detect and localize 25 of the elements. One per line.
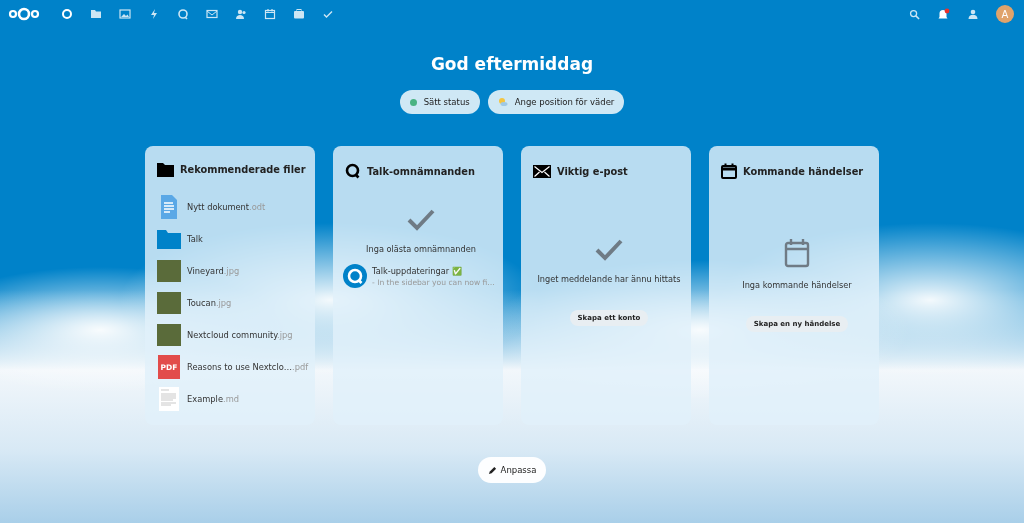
- widget-title: Talk-omnämnanden: [367, 165, 475, 177]
- file-name: Toucan.jpg: [187, 298, 232, 308]
- file-name: Nytt dokument.odt: [187, 202, 266, 212]
- file-name: Talk: [187, 234, 203, 244]
- empty-message: Inget meddelande har ännu hittats: [537, 274, 681, 284]
- file-item[interactable]: Example.md: [157, 383, 309, 415]
- file-item[interactable]: Toucan.jpg: [157, 287, 309, 319]
- customize-button[interactable]: Anpassa: [477, 457, 547, 483]
- file-name: Nextcloud community.jpg: [187, 330, 293, 340]
- status-button[interactable]: Ange position för väder: [487, 90, 625, 114]
- file-name: Reasons to use Nextclo….pdf: [187, 362, 309, 372]
- widget-title: Kommande händelser: [743, 165, 864, 177]
- file-name: Example.md: [187, 394, 239, 404]
- greeting-heading: God eftermiddag: [430, 54, 594, 74]
- file-item[interactable]: Nextcloud community.jpg: [157, 319, 309, 351]
- status-button[interactable]: Sätt status: [399, 90, 480, 114]
- empty-message: Inga olästa omnämnanden: [366, 244, 476, 254]
- file-item[interactable]: Nytt dokument.odt: [157, 191, 309, 223]
- widget-title: Viktig e-post: [557, 165, 628, 177]
- file-item[interactable]: Vineyard.jpg: [157, 255, 309, 287]
- file-name: Vineyard.jpg: [187, 266, 240, 276]
- file-item[interactable]: Talk: [157, 223, 309, 255]
- widget-title: Rekommenderade filer: [180, 164, 306, 175]
- empty-message: Inga kommande händelser: [742, 280, 852, 290]
- conversation-title: Talk-uppdateringar ✅: [372, 265, 463, 276]
